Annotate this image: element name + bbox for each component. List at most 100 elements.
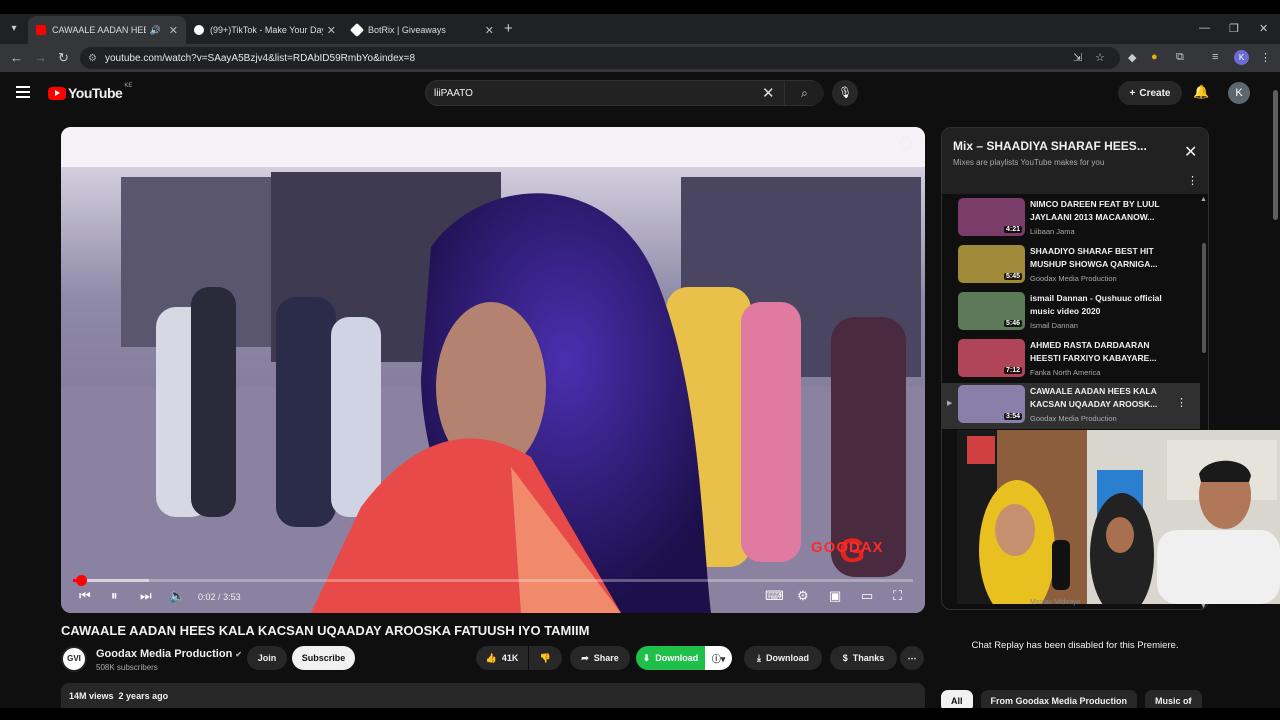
next-icon[interactable]: ⏭ bbox=[140, 588, 152, 604]
settings-gear-icon[interactable]: ⚙ bbox=[797, 588, 809, 604]
close-tab-icon[interactable]: ✕ bbox=[485, 24, 494, 37]
scroll-down-arrow-icon[interactable]: ▼ bbox=[1200, 603, 1207, 610]
mix-item[interactable]: 5:45 SHAADIYO SHARAF BEST HIT MUSHUP SHOW… bbox=[942, 243, 1200, 289]
chat-replay-notice: Chat Replay has been disabled for this P… bbox=[971, 640, 1179, 651]
share-button[interactable]: ➦ Share bbox=[570, 646, 630, 670]
mix-subtitle: Mixes are playlists YouTube makes for yo… bbox=[953, 158, 1105, 167]
mix-title[interactable]: Mix – SHAADIYA SHARAF HEES... bbox=[953, 139, 1147, 153]
channel-name[interactable]: Goodax Media Production ✔ bbox=[96, 648, 242, 660]
progress-bar[interactable] bbox=[73, 575, 913, 586]
download-icon: ⤓ bbox=[757, 652, 761, 663]
volume-icon[interactable]: 🔈 bbox=[169, 588, 185, 604]
dislike-button[interactable]: 👎 bbox=[529, 646, 562, 670]
mix-item-duration: 4:21 bbox=[1003, 226, 1022, 233]
browser-tab-tiktok[interactable]: (99+)TikTok - Make Your Day ✕ bbox=[186, 16, 344, 44]
voice-search-mic-icon[interactable]: 🎙 bbox=[832, 80, 858, 106]
mix-more-icon[interactable]: ⋮ bbox=[1187, 174, 1198, 187]
close-window-icon[interactable]: ✕ bbox=[1259, 22, 1268, 35]
info-icon[interactable]: i bbox=[900, 137, 912, 149]
new-tab-icon[interactable]: + bbox=[504, 20, 513, 37]
mix-item[interactable]: ▶ 3:54 CAWAALE AADAN HEES KALA KACSAN UQAA… bbox=[942, 383, 1200, 429]
tab-search-menu-icon[interactable]: ▾ bbox=[6, 21, 22, 37]
channel-avatar[interactable]: GVI bbox=[61, 646, 87, 672]
search-button[interactable]: ⌕ bbox=[784, 81, 824, 105]
time-display: 0:02 / 3:53 bbox=[198, 592, 241, 602]
mix-item[interactable]: 7:12 AHMED RASTA DARDAARAN HEESTI FARXIYO… bbox=[942, 337, 1200, 383]
join-button[interactable]: Join bbox=[247, 646, 287, 670]
clear-search-icon[interactable]: ✕ bbox=[762, 84, 775, 102]
minimize-icon[interactable]: — bbox=[1199, 22, 1210, 34]
like-button[interactable]: 👍 41K bbox=[476, 646, 528, 670]
subscribe-button[interactable]: Subscribe bbox=[292, 646, 355, 670]
download-arrow-icon: ⬇ bbox=[642, 652, 651, 663]
browser-menu-icon[interactable]: ⋮ bbox=[1260, 51, 1271, 64]
search-input[interactable] bbox=[434, 86, 754, 101]
mix-item[interactable]: 4:21 NIMCO DAREEN FEAT BY LUUL JAYLAANI 2… bbox=[942, 196, 1200, 242]
reload-icon[interactable]: ↻ bbox=[58, 50, 69, 66]
screen-top-edge bbox=[0, 0, 1280, 14]
thumbs-up-icon: 👍 bbox=[485, 652, 497, 663]
mix-item-more-icon[interactable]: ⋮ bbox=[1176, 396, 1187, 409]
extension-coin-icon[interactable]: ● bbox=[1151, 51, 1158, 63]
video-player[interactable]: i G GOODAX ⏮ ⏸ ⏭ 🔈 0:02 / 3:53 ⌨ ⚙ ▣ ▭ ⛶ bbox=[61, 127, 925, 613]
account-avatar[interactable]: K bbox=[1228, 82, 1250, 104]
download-label: Download bbox=[765, 653, 809, 663]
info-dropdown-icon: ⓘ▾ bbox=[711, 653, 726, 664]
download-extension-button[interactable]: ⬇ Download bbox=[636, 646, 705, 670]
browser-tab-youtube[interactable]: CAWAALE AADAN HEES KA 🔊 ✕ bbox=[28, 16, 186, 44]
tab-title: CAWAALE AADAN HEES KA bbox=[52, 25, 146, 35]
duration: 3:53 bbox=[223, 592, 241, 602]
subscriber-count: 508K subscribers bbox=[96, 663, 158, 672]
mix-header: Mix – SHAADIYA SHARAF HEES... Mixes are … bbox=[942, 128, 1208, 194]
notifications-bell-icon[interactable]: 🔔 bbox=[1193, 84, 1209, 100]
mix-item-channel: Goodax Media Production bbox=[1030, 274, 1117, 283]
close-tab-icon[interactable]: ✕ bbox=[169, 24, 178, 37]
create-button[interactable]: + Create bbox=[1118, 81, 1182, 105]
more-actions-button[interactable]: ⋯ bbox=[900, 646, 924, 670]
browser-tab-strip: ▾ CAWAALE AADAN HEES KA 🔊 ✕ (99+)TikTok … bbox=[0, 14, 1280, 44]
subtitles-icon[interactable]: ⌨ bbox=[765, 588, 784, 604]
scrubber-handle[interactable] bbox=[75, 575, 87, 586]
theater-mode-icon[interactable]: ▭ bbox=[861, 588, 873, 604]
channel-name-text: Goodax Media Production bbox=[96, 648, 233, 660]
view-count: 14M views bbox=[69, 691, 114, 701]
share-label: Share bbox=[593, 653, 619, 663]
scroll-up-arrow-icon[interactable]: ▲ bbox=[1200, 196, 1207, 203]
botrix-favicon-icon bbox=[349, 22, 365, 38]
menu-icon[interactable] bbox=[16, 86, 30, 98]
download-button[interactable]: ⤓ Download bbox=[744, 646, 822, 670]
forward-icon[interactable]: → bbox=[34, 50, 47, 65]
chips-next-icon[interactable]: › bbox=[1188, 695, 1192, 707]
bookmark-star-icon[interactable]: ☆ bbox=[1095, 51, 1105, 64]
mix-item[interactable]: 5:46 ismail Dannan - Qushuuc official mus… bbox=[942, 290, 1200, 336]
browser-profile-avatar[interactable]: K bbox=[1234, 50, 1249, 65]
media-control-icon[interactable]: ≡ bbox=[1212, 51, 1218, 63]
extensions-puzzle-icon[interactable]: ⧉ bbox=[1176, 51, 1184, 64]
site-info-icon[interactable]: ⚙ bbox=[88, 53, 97, 64]
browser-tab-botrix[interactable]: BotRix | Giveaways ✕ bbox=[344, 16, 502, 44]
fullscreen-icon[interactable]: ⛶ bbox=[893, 588, 902, 604]
upload-age: 2 years ago bbox=[118, 691, 169, 701]
close-mix-icon[interactable]: ✕ bbox=[1184, 142, 1197, 162]
pause-icon[interactable]: ⏸ bbox=[111, 588, 118, 604]
previous-icon[interactable]: ⏮ bbox=[79, 588, 91, 604]
country-code: KE bbox=[124, 83, 133, 89]
restore-icon[interactable]: ❐ bbox=[1229, 22, 1239, 35]
miniplayer-icon[interactable]: ▣ bbox=[829, 588, 841, 604]
thumbs-down-icon: 👎 bbox=[539, 652, 552, 663]
back-icon[interactable]: ← bbox=[10, 50, 23, 65]
install-icon[interactable]: ⇲ bbox=[1073, 51, 1082, 64]
tab-title: (99+)TikTok - Make Your Day bbox=[210, 25, 323, 35]
extension-diamond-icon[interactable]: ◆ bbox=[1128, 51, 1136, 64]
url-field[interactable]: ⚙ youtube.com/watch?v=SAayA5Bzjv4&list=R… bbox=[80, 47, 1120, 69]
webcam-overlay bbox=[957, 430, 1280, 604]
youtube-logo[interactable]: YouTube KE bbox=[48, 83, 133, 101]
download-options-button[interactable]: ⓘ▾ bbox=[705, 646, 732, 670]
mix-scrollbar[interactable] bbox=[1202, 243, 1206, 353]
close-tab-icon[interactable]: ✕ bbox=[327, 24, 336, 37]
youtube-favicon-icon bbox=[36, 25, 46, 35]
mix-item-duration: 7:12 bbox=[1003, 367, 1022, 374]
thanks-button[interactable]: $ Thanks bbox=[830, 646, 897, 670]
page-scrollbar[interactable] bbox=[1273, 90, 1278, 220]
mix-item-title: AHMED RASTA DARDAARAN HEESTI FARXIYO KAB… bbox=[1030, 340, 1157, 363]
